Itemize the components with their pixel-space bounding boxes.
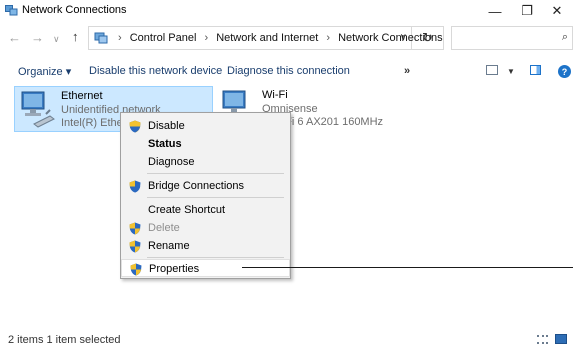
title-bar: Network Connections — ❐ ✕: [0, 0, 573, 22]
maximize-button[interactable]: ❐: [510, 0, 544, 22]
shield-icon: [129, 222, 141, 235]
address-row: ← → ∨ ↑ › Control Panel › Network and In…: [0, 26, 573, 52]
menu-separator: [147, 173, 284, 174]
address-dropdown-icon[interactable]: ∨: [400, 32, 407, 43]
details-view-icon[interactable]: [537, 335, 548, 344]
connection-name: Wi-Fi: [262, 89, 288, 101]
window-title: Network Connections: [22, 4, 127, 16]
disable-device-button[interactable]: Disable this network device: [89, 65, 222, 77]
annotation-pointer-line: [242, 267, 573, 268]
up-arrow-icon[interactable]: ↑: [72, 29, 79, 44]
menu-item-label: Disable: [148, 120, 185, 132]
refresh-icon: ↻: [422, 30, 433, 45]
menu-item-label: Rename: [148, 240, 190, 252]
menu-item-label: Delete: [148, 222, 180, 234]
menu-item-rename[interactable]: Rename: [121, 237, 290, 255]
organize-button[interactable]: Organize ▾: [18, 65, 71, 78]
change-view-icon[interactable]: [486, 65, 498, 75]
control-panel-icon: [94, 32, 108, 44]
menu-item-label: Bridge Connections: [148, 180, 245, 192]
large-icons-view-icon[interactable]: [555, 334, 567, 344]
minimize-button[interactable]: —: [478, 0, 512, 22]
breadcrumb-control-panel[interactable]: Control Panel: [130, 32, 197, 44]
status-bar: 2 items 1 item selected: [0, 328, 573, 350]
close-icon: ✕: [551, 3, 563, 18]
breadcrumb-network-and-internet[interactable]: Network and Internet: [216, 32, 318, 44]
menu-item-label: Status: [148, 138, 182, 150]
view-options-chevron-icon[interactable]: ▼: [507, 67, 515, 76]
breadcrumb-separator: ›: [118, 32, 122, 44]
address-bar[interactable]: › Control Panel › Network and Internet ›…: [88, 26, 443, 50]
breadcrumb-separator: ›: [326, 32, 331, 44]
menu-item-diagnose[interactable]: Diagnose: [121, 153, 290, 171]
shield-icon: [129, 240, 141, 253]
menu-separator: [147, 257, 284, 258]
search-icon: ⌕: [561, 31, 568, 43]
shield-icon: [129, 180, 141, 193]
search-input[interactable]: ⌕: [451, 26, 573, 50]
menu-item-label: Create Shortcut: [148, 204, 226, 216]
menu-item-bridge-connections[interactable]: Bridge Connections: [121, 177, 290, 195]
minimize-icon: —: [488, 3, 502, 19]
more-commands-button[interactable]: »: [404, 65, 410, 77]
refresh-button[interactable]: ↻: [412, 26, 444, 50]
shield-icon: [129, 120, 141, 133]
menu-item-create-shortcut[interactable]: Create Shortcut: [121, 201, 290, 219]
menu-separator: [147, 197, 284, 198]
item-count-text: 2 items 1 item selected: [8, 334, 121, 346]
preview-pane-icon[interactable]: [530, 65, 541, 75]
command-bar: Organize ▾ Disable this network device D…: [0, 58, 573, 84]
menu-item-disable[interactable]: Disable: [121, 117, 290, 135]
menu-item-label: Diagnose: [148, 156, 195, 168]
forward-arrow-icon[interactable]: →: [31, 30, 44, 45]
menu-item-label: Properties: [149, 263, 200, 275]
menu-item-properties[interactable]: Properties: [121, 259, 290, 277]
help-icon[interactable]: ?: [558, 65, 571, 78]
maximize-icon: ❐: [521, 3, 533, 18]
context-menu: Disable Status Diagnose Bridge Connectio…: [120, 112, 291, 279]
diagnose-connection-button[interactable]: Diagnose this connection: [227, 65, 350, 77]
ethernet-adapter-icon: [21, 91, 55, 128]
menu-item-status[interactable]: Status: [121, 135, 290, 153]
close-button[interactable]: ✕: [540, 0, 573, 22]
connection-name: Ethernet: [61, 90, 103, 102]
menu-item-delete[interactable]: Delete: [121, 219, 290, 237]
shield-icon: [130, 263, 142, 276]
breadcrumb-separator: ›: [204, 32, 209, 44]
recent-locations-chevron-icon[interactable]: ∨: [53, 34, 60, 45]
breadcrumb: › Control Panel › Network and Internet ›…: [113, 32, 443, 44]
network-connections-icon: [5, 5, 18, 16]
back-arrow-icon[interactable]: ←: [8, 30, 21, 45]
